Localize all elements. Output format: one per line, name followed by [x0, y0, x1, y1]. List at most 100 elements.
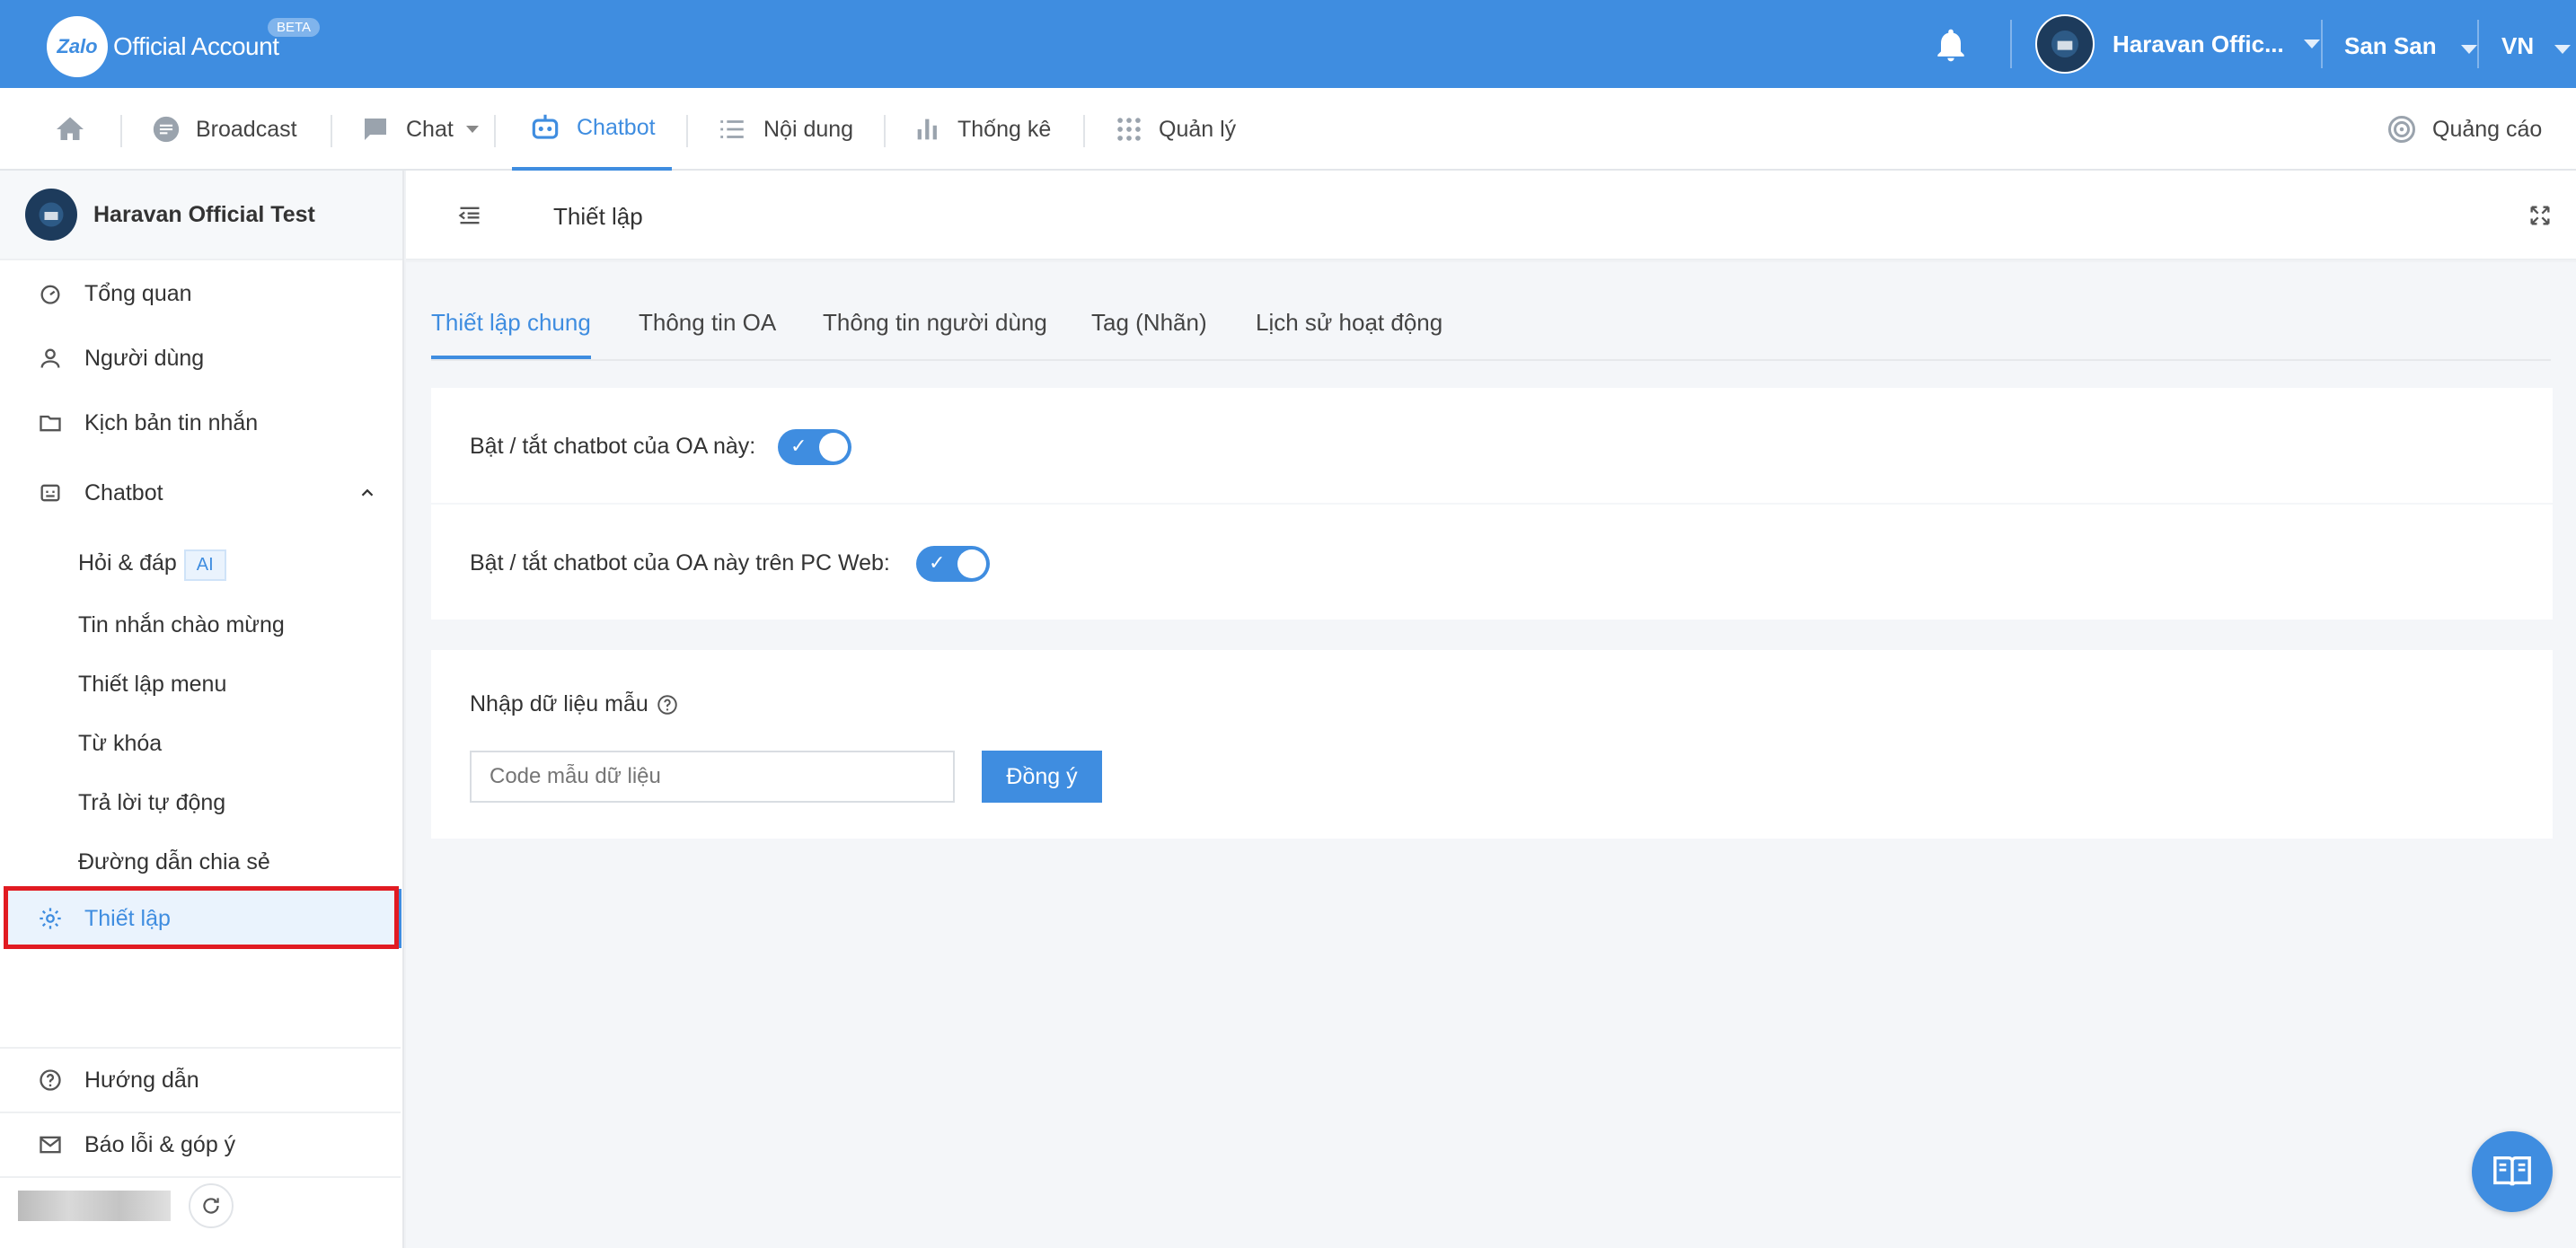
nav-divider	[686, 115, 688, 147]
broadcast-icon	[153, 116, 180, 143]
chevron-down-icon	[2460, 45, 2477, 54]
nav-label: Nội dung	[763, 116, 854, 142]
nav-divider	[120, 115, 122, 147]
help-icon	[657, 694, 677, 715]
tab-general[interactable]: Thiết lập chung	[431, 309, 591, 359]
sidebar-subitem-label: Tin nhắn chào mừng	[78, 612, 285, 637]
bar-chart-icon	[917, 119, 937, 140]
sidebar-item-feedback[interactable]: Báo lỗi & góp ý	[0, 1115, 401, 1174]
chatbot-toggle[interactable]: ✓	[778, 429, 851, 465]
sidebar-subitem-welcome[interactable]: Tin nhắn chào mừng	[78, 612, 285, 638]
sidebar-subitem-auto-reply[interactable]: Trả lời tự động	[78, 790, 225, 816]
sidebar-subitem-label: Từ khóa	[78, 731, 163, 756]
sidebar-subitem-label: Thiết lập menu	[78, 672, 227, 697]
user-menu[interactable]: San San	[2344, 32, 2477, 60]
current-user[interactable]	[18, 1183, 234, 1228]
nav-ads[interactable]: Quảng cáo	[2386, 88, 2542, 171]
sidebar-item-guide[interactable]: Hướng dẫn	[0, 1050, 401, 1110]
oa-name: Haravan Official Test	[93, 201, 315, 227]
main-nav: Broadcast Chat Chatbot Nội dung Thống kê…	[0, 88, 2576, 171]
check-icon: ✓	[790, 435, 807, 457]
list-icon	[720, 120, 744, 138]
sample-data-card	[431, 650, 2553, 839]
top-header: Zalo Official Account BETA Haravan Offic…	[0, 0, 2576, 88]
nav-divider	[884, 115, 886, 147]
sidebar-item-settings-content[interactable]: Thiết lập	[0, 889, 401, 948]
sidebar-item-label: Chatbot	[84, 479, 163, 505]
sample-data-input[interactable]	[470, 751, 955, 803]
chevron-down-icon	[2554, 45, 2572, 54]
sidebar-subitem-share-link[interactable]: Đường dẫn chia sẻ	[78, 849, 270, 875]
beta-badge: BETA	[268, 18, 321, 37]
chevron-down-icon	[2303, 40, 2320, 48]
sidebar-subitem-qa[interactable]: Hỏi & đáp AI	[78, 549, 226, 581]
sidebar-header: Haravan Official Test	[0, 171, 402, 260]
nav-label: Chat	[406, 116, 454, 142]
oa-avatar	[25, 189, 77, 241]
account-name: Haravan Offic...	[2113, 30, 2284, 57]
toggle-knob	[819, 433, 848, 461]
tab-activity-history[interactable]: Lịch sử hoạt động	[1256, 309, 1442, 359]
nav-stats[interactable]: Thống kê	[913, 88, 1051, 171]
robot-icon	[532, 114, 559, 139]
fullscreen-icon	[2530, 206, 2550, 225]
oa-avatar	[2035, 14, 2095, 74]
chevron-down-icon	[465, 126, 479, 133]
sidebar-subitem-label: Đường dẫn chia sẻ	[78, 849, 270, 874]
mail-icon	[40, 1136, 61, 1154]
home-icon	[57, 117, 84, 140]
sidebar-divider	[0, 1176, 401, 1178]
guide-fab-button[interactable]	[2472, 1131, 2553, 1212]
tab-oa-info[interactable]: Thông tin OA	[639, 309, 776, 359]
tab-tags[interactable]: Tag (Nhãn)	[1091, 309, 1207, 359]
sidebar-subitem-label: Hỏi & đáp	[78, 550, 177, 576]
sidebar-subitem-menu[interactable]: Thiết lập menu	[78, 672, 226, 698]
sidebar-subitem-keywords[interactable]: Từ khóa	[78, 731, 162, 757]
sidebar-item-label: Thiết lập	[84, 905, 171, 931]
sidebar-item-label: Hướng dẫn	[84, 1067, 199, 1093]
sidebar-item-label: Tổng quan	[84, 280, 192, 306]
sidebar-item-label: Người dùng	[84, 345, 205, 371]
gear-icon	[40, 908, 61, 929]
page-title: Thiết lập	[553, 203, 643, 230]
account-switcher[interactable]: Haravan Offic...	[2035, 14, 2320, 74]
dashboard-icon	[40, 285, 60, 304]
nav-manage[interactable]: Quản lý	[1114, 88, 1236, 171]
logo-text: Official Account	[113, 32, 279, 60]
target-icon	[2388, 116, 2415, 143]
sidebar-item-message-scripts[interactable]: Kịch bản tin nhắn	[0, 393, 401, 453]
refresh-icon	[203, 1198, 219, 1214]
user-icon	[40, 348, 60, 368]
nav-broadcast[interactable]: Broadcast	[151, 88, 297, 171]
nav-label: Quảng cáo	[2432, 116, 2543, 142]
agree-button[interactable]: Đồng ý	[982, 751, 1102, 803]
toggle-knob	[957, 549, 986, 578]
sidebar-item-chatbot[interactable]: Chatbot	[0, 463, 401, 523]
sidebar-divider	[0, 1047, 401, 1049]
tab-user-info[interactable]: Thông tin người dùng	[823, 309, 1047, 359]
sidebar-item-users[interactable]: Người dùng	[0, 329, 401, 388]
refresh-button[interactable]	[189, 1183, 234, 1228]
nav-divider	[331, 115, 332, 147]
nav-label: Chatbot	[577, 114, 656, 140]
header-divider	[2321, 20, 2323, 68]
sidebar-item-label: Kịch bản tin nhắn	[84, 409, 259, 435]
chatbot-pc-toggle[interactable]: ✓	[916, 546, 990, 582]
chevron-up-icon	[361, 488, 374, 497]
sidebar-item-overview[interactable]: Tổng quan	[0, 264, 401, 323]
collapse-menu-icon	[458, 207, 480, 224]
chat-icon	[365, 119, 386, 140]
nav-chat[interactable]: Chat	[359, 88, 479, 171]
nav-label: Broadcast	[196, 116, 297, 142]
sidebar-item-label: Báo lỗi & góp ý	[84, 1131, 236, 1157]
language-menu[interactable]: VN	[2501, 32, 2572, 60]
nav-label: Quản lý	[1159, 116, 1237, 142]
help-icon	[40, 1069, 61, 1091]
zalo-logo[interactable]: Zalo Official Account BETA	[47, 16, 321, 77]
toggle-label: Bật / tắt chatbot của OA này:	[470, 434, 756, 459]
nav-content[interactable]: Nội dung	[715, 88, 853, 171]
nav-chatbot[interactable]: Chatbot	[512, 88, 672, 171]
nav-home[interactable]	[54, 88, 101, 171]
header-divider	[2010, 20, 2012, 68]
bell-icon[interactable]	[1931, 25, 1971, 65]
